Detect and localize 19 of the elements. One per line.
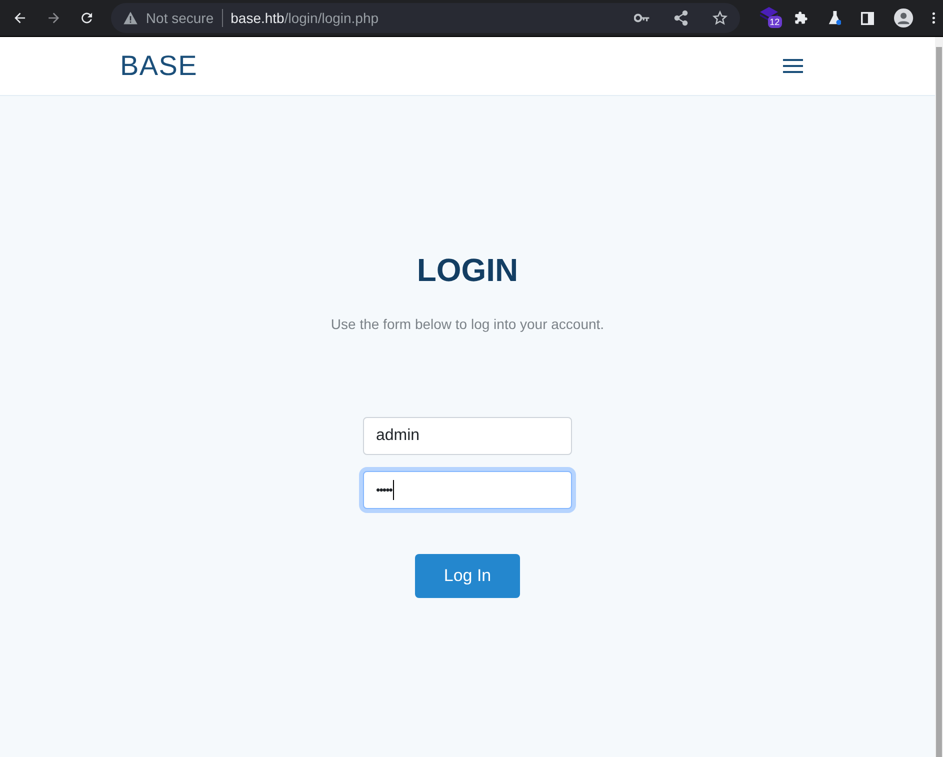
- address-bar[interactable]: Not secure base.htb/login/login.php: [110, 3, 740, 33]
- menu-dots-icon[interactable]: [932, 11, 936, 25]
- warning-icon: [122, 11, 138, 25]
- side-panel-icon[interactable]: [861, 10, 874, 26]
- menu-icon[interactable]: [783, 57, 803, 75]
- subtitle: Use the form below to log into your account.: [330, 315, 604, 334]
- scrollbar[interactable]: [935, 37, 943, 757]
- login-button[interactable]: Log In: [415, 554, 520, 598]
- username-field[interactable]: admin: [363, 417, 572, 455]
- page-title: LOGIN: [416, 251, 518, 290]
- flask-icon[interactable]: [828, 9, 842, 27]
- security-label: Not secure: [146, 8, 214, 28]
- brand-logo[interactable]: BASE: [120, 45, 198, 87]
- puzzle-icon[interactable]: [794, 10, 808, 26]
- star-icon[interactable]: [712, 10, 728, 26]
- key-icon[interactable]: [634, 13, 650, 23]
- url-text: base.htb/login/login.php: [230, 8, 379, 28]
- share-icon[interactable]: [674, 10, 688, 26]
- avatar-icon[interactable]: [894, 7, 914, 29]
